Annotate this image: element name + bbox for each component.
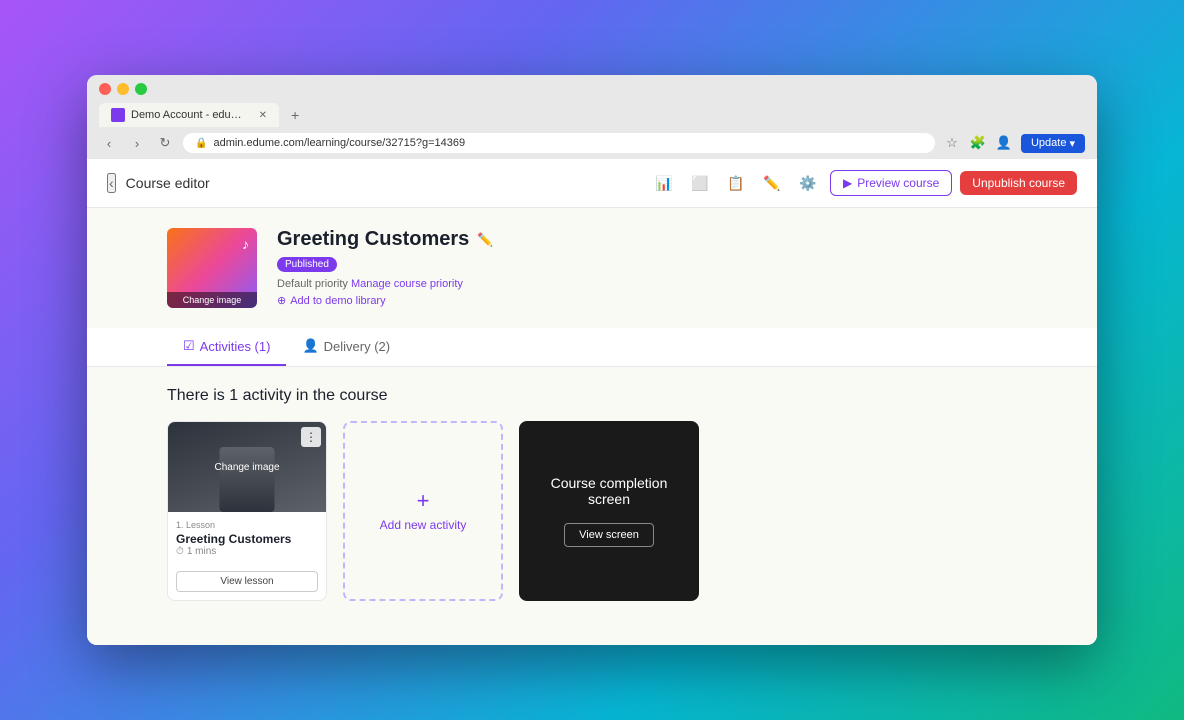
activity-card-image: Change image ⋮	[168, 422, 326, 512]
clipboard-icon-button[interactable]: 📋	[722, 169, 750, 197]
delivery-tab-icon: 👤	[302, 338, 318, 354]
address-bar: ‹ › ↻ 🔒 admin.edume.com/learning/course/…	[87, 127, 1097, 159]
course-name: Greeting Customers ✏️	[277, 228, 1017, 251]
activity-card: Change image ⋮ 1. Lesson Greeting Custom…	[167, 421, 327, 601]
topnav-left: ‹ Course editor	[107, 173, 210, 193]
browser-window: Demo Account - eduMe Contr... ✕ + ‹ › ↻ …	[87, 75, 1097, 645]
new-tab-button[interactable]: +	[283, 103, 307, 127]
manage-priority-link[interactable]: Manage course priority	[351, 278, 463, 290]
bookmark-icon[interactable]: ☆	[943, 134, 961, 152]
course-meta: Default priority Manage course priority	[277, 278, 1017, 290]
add-activity-icon: +	[417, 490, 430, 512]
course-header: ♪ Change image Greeting Customers ✏️ Pub…	[87, 208, 1097, 328]
topnav-right: 📊 ⬜ 📋 ✏️ ⚙️ ▶ Preview course Unpublish c…	[650, 169, 1077, 197]
add-activity-label: Add new activity	[380, 518, 467, 532]
preview-icon: ▶	[843, 176, 852, 190]
tab-title: Demo Account - eduMe Contr...	[131, 109, 249, 121]
activity-type: 1. Lesson	[176, 520, 318, 530]
back-button[interactable]: ‹	[107, 173, 116, 193]
course-info: Greeting Customers ✏️ Published Default …	[277, 228, 1017, 307]
extensions-icon[interactable]: 🧩	[969, 134, 987, 152]
profile-icon[interactable]: 👤	[995, 134, 1013, 152]
library-icon: ⊕	[277, 294, 286, 307]
activity-name: Greeting Customers	[176, 532, 318, 546]
section-title: There is 1 activity in the course	[167, 387, 1017, 405]
update-chevron-icon: ▾	[1069, 137, 1075, 150]
browser-chrome: Demo Account - eduMe Contr... ✕ +	[87, 75, 1097, 127]
activities-section: There is 1 activity in the course Change…	[87, 367, 1097, 621]
url-bar[interactable]: 🔒 admin.edume.com/learning/course/32715?…	[183, 133, 935, 153]
back-chevron-icon: ‹	[109, 175, 114, 191]
tab-delivery[interactable]: 👤 Delivery (2)	[286, 328, 406, 366]
close-traffic-light[interactable]	[99, 83, 111, 95]
forward-nav-button[interactable]: ›	[127, 133, 147, 153]
reload-nav-button[interactable]: ↻	[155, 133, 175, 153]
published-badge: Published	[277, 257, 337, 272]
clock-icon: ⏱	[176, 546, 184, 557]
browser-tab-active[interactable]: Demo Account - eduMe Contr... ✕	[99, 103, 279, 127]
url-text: admin.edume.com/learning/course/32715?g=…	[213, 137, 465, 149]
page-title: Course editor	[126, 175, 210, 191]
add-activity-card[interactable]: + Add new activity	[343, 421, 503, 601]
course-tabs: ☑ Activities (1) 👤 Delivery (2)	[87, 328, 1097, 367]
update-button[interactable]: Update ▾	[1021, 134, 1085, 153]
completion-screen-title: Course completion screen	[531, 475, 687, 507]
edit-icon-button[interactable]: ✏️	[758, 169, 786, 197]
activity-duration: ⏱ 1 mins	[176, 546, 318, 557]
add-to-library-link[interactable]: ⊕ Add to demo library	[277, 294, 1017, 307]
lock-icon: 🔒	[195, 138, 207, 149]
preview-course-button[interactable]: ▶ Preview course	[830, 170, 952, 196]
back-nav-button[interactable]: ‹	[99, 133, 119, 153]
view-screen-button[interactable]: View screen	[564, 523, 654, 547]
course-image: ♪ Change image	[167, 228, 257, 308]
activities-grid: Change image ⋮ 1. Lesson Greeting Custom…	[167, 421, 1017, 601]
app-content: ‹ Course editor 📊 ⬜ 📋 ✏️ ⚙️ ▶ Preview co…	[87, 159, 1097, 645]
traffic-lights	[99, 83, 1085, 95]
course-name-edit-icon[interactable]: ✏️	[477, 232, 493, 248]
music-icon: ♪	[242, 236, 249, 252]
analytics-icon-button[interactable]: 📊	[650, 169, 678, 197]
browser-tabs-bar: Demo Account - eduMe Contr... ✕ +	[99, 103, 1085, 127]
completion-screen-card: Course completion screen View screen	[519, 421, 699, 601]
maximize-traffic-light[interactable]	[135, 83, 147, 95]
view-lesson-button[interactable]: View lesson	[176, 571, 318, 592]
activity-card-body: 1. Lesson Greeting Customers ⏱ 1 mins Vi…	[168, 512, 326, 600]
app-topnav: ‹ Course editor 📊 ⬜ 📋 ✏️ ⚙️ ▶ Preview co…	[87, 159, 1097, 208]
activities-tab-icon: ☑	[183, 338, 195, 354]
settings-icon-button[interactable]: ⚙️	[794, 169, 822, 197]
copy-icon-button[interactable]: ⬜	[686, 169, 714, 197]
activity-menu-button[interactable]: ⋮	[301, 427, 321, 447]
tab-favicon	[111, 108, 125, 122]
tab-activities[interactable]: ☑ Activities (1)	[167, 328, 286, 366]
change-image-overlay[interactable]: Change image	[167, 292, 257, 308]
minimize-traffic-light[interactable]	[117, 83, 129, 95]
tab-close-icon[interactable]: ✕	[259, 110, 267, 121]
unpublish-course-button[interactable]: Unpublish course	[960, 171, 1077, 195]
browser-actions: ☆ 🧩 👤 Update ▾	[943, 134, 1085, 153]
